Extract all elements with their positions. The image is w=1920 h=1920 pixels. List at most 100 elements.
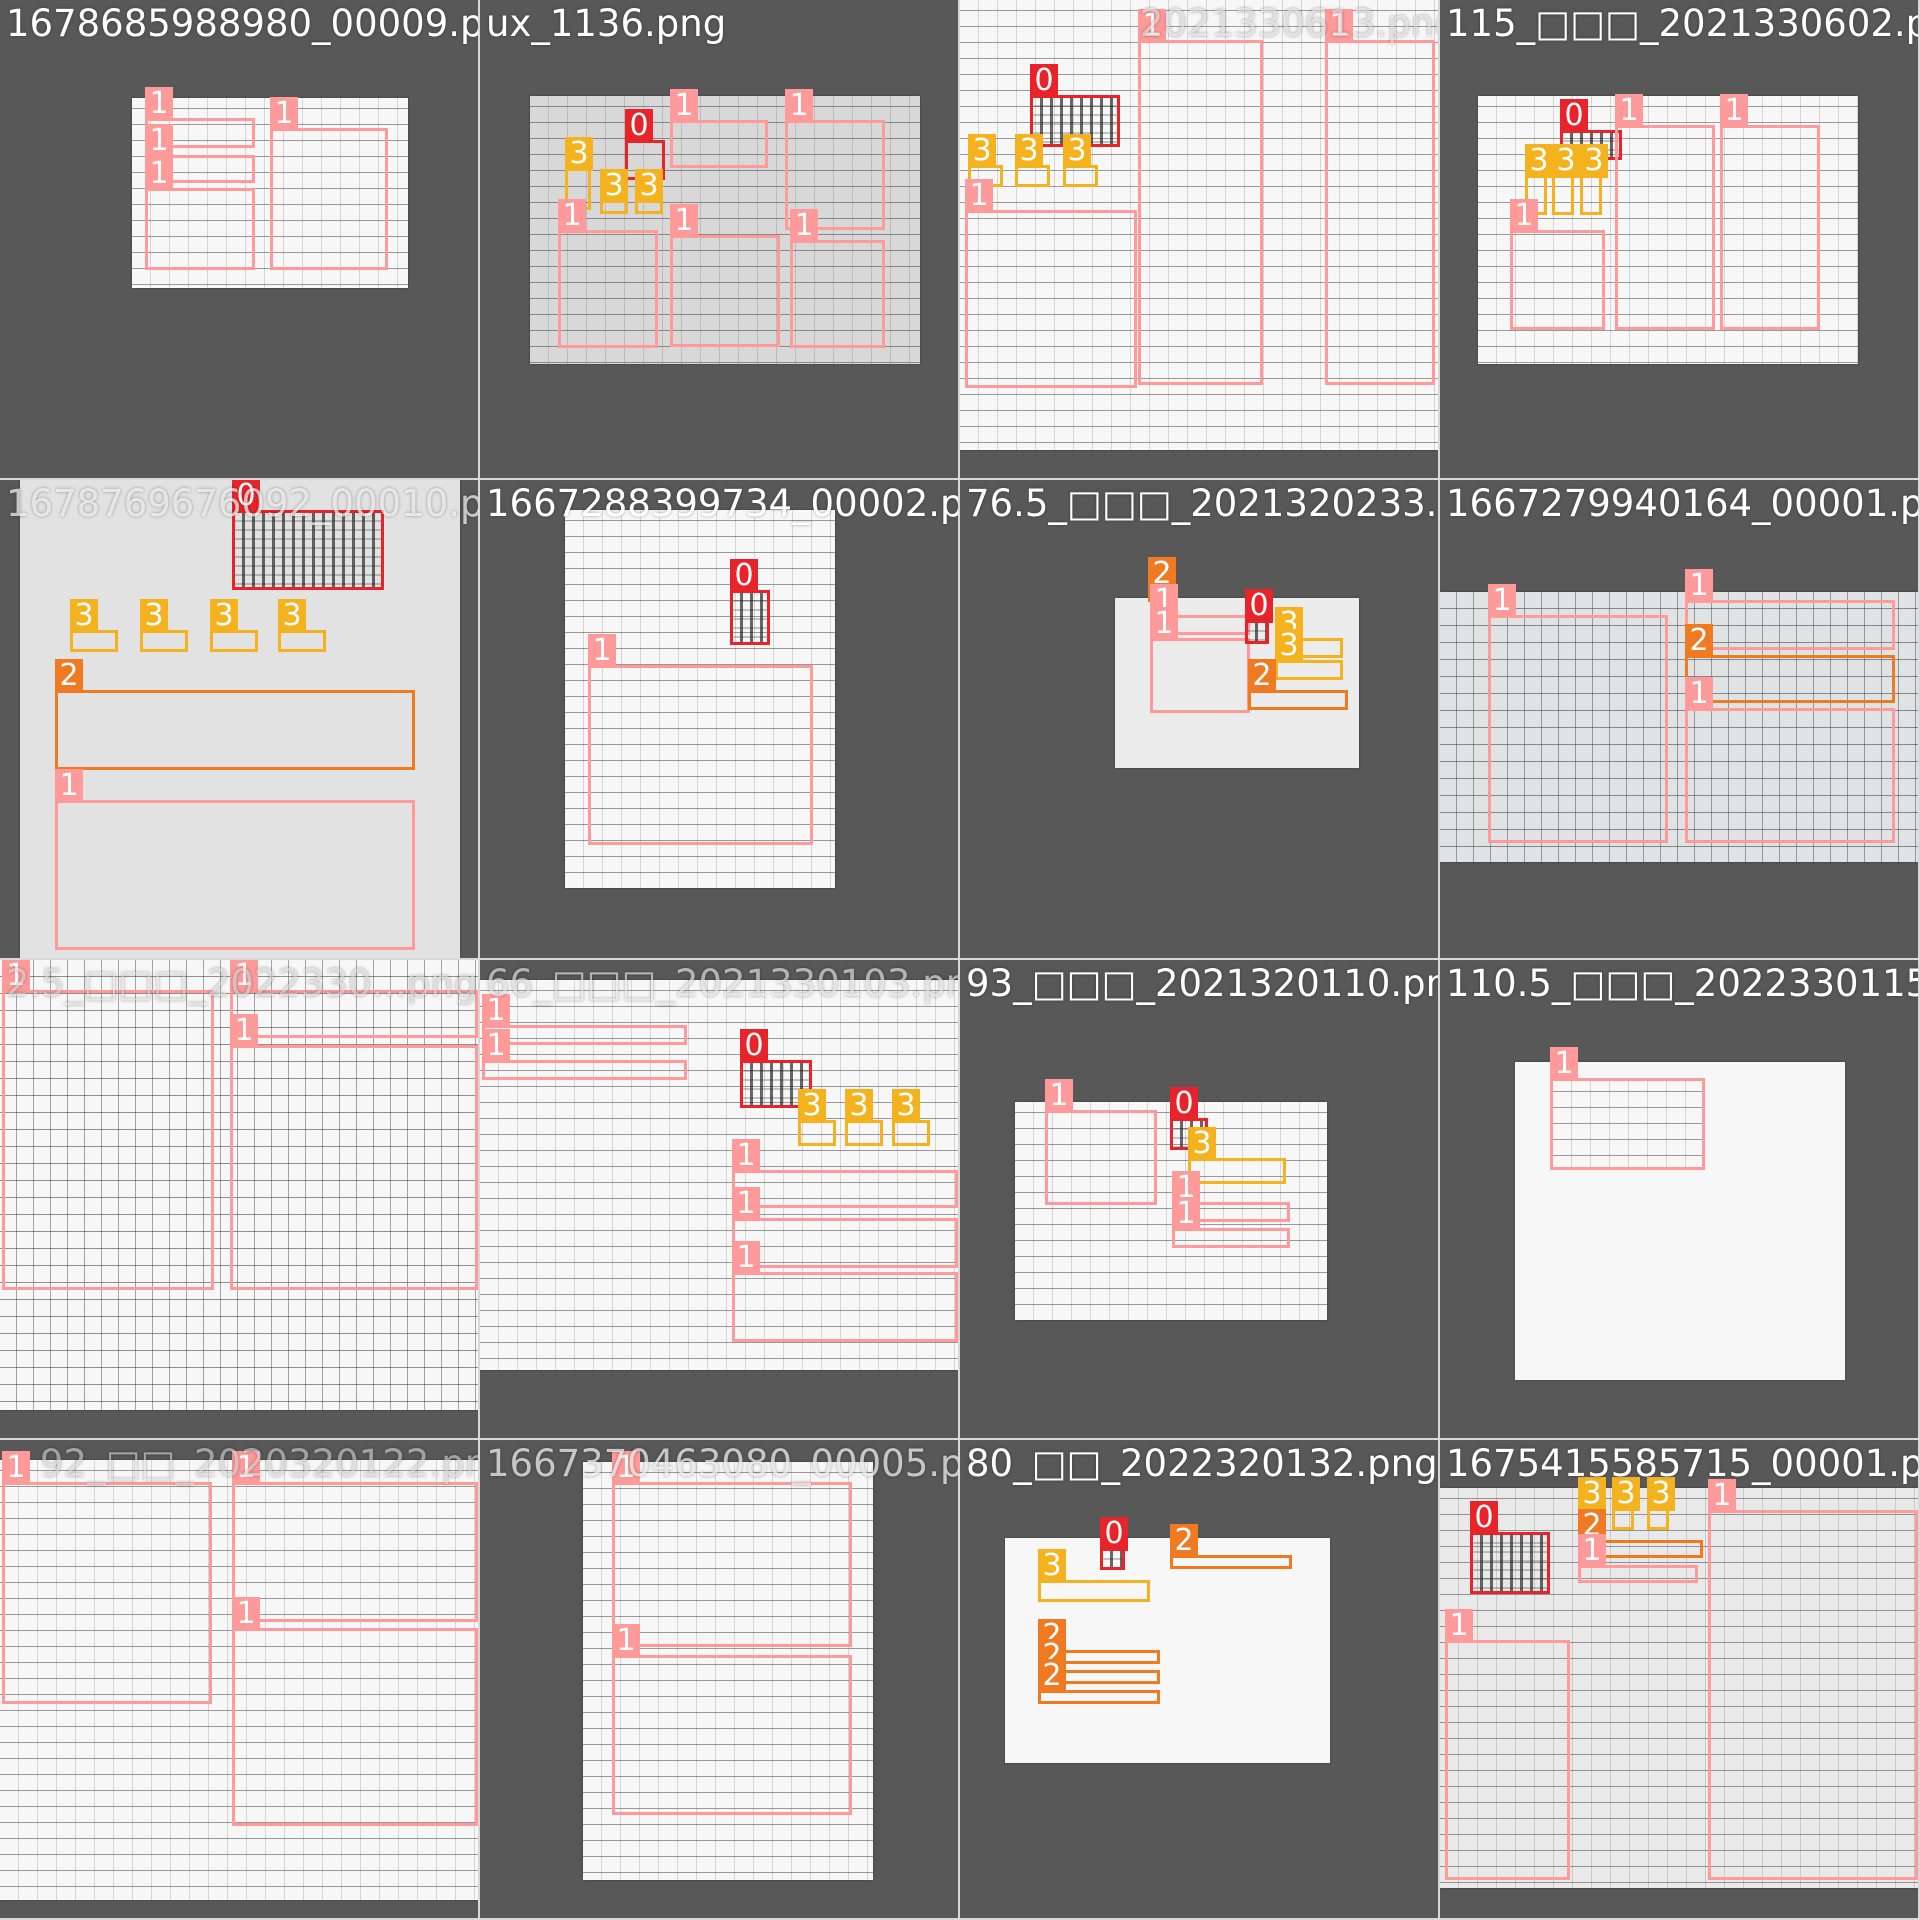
bbox-class-3: 3 <box>892 1089 930 1146</box>
tile-filename: 80_□□_2022320132.png <box>966 1442 1438 1485</box>
bbox-label: 3 <box>968 134 996 168</box>
bbox-class-1: 1 <box>732 1241 958 1342</box>
bbox-class-3: 3 <box>1552 144 1580 215</box>
bbox-class-3: 3 <box>210 599 258 652</box>
tile-filename: ux_1136.png <box>486 2 727 45</box>
bbox-class-1: 1 <box>790 209 885 348</box>
bbox-class-3: 3 <box>1188 1127 1286 1184</box>
tile-filename: 115_□□□_2021330602.png <box>1446 2 1918 45</box>
bbox-class-1: 1 <box>232 1451 478 1622</box>
tile[interactable]: 1 110.5_□□□_2022330115_2 <box>1440 960 1920 1440</box>
bbox-class-1: 1 <box>670 204 780 347</box>
bbox-label: 1 <box>482 1029 510 1063</box>
tile[interactable]: 2 1 1 0 3 3 2 76.5_□□□_2021320233.png <box>960 480 1440 960</box>
bbox-class-1: 1 <box>55 769 415 950</box>
bbox-class-1: 1 <box>1685 677 1895 843</box>
tile-filename: 1675415585715_00001.png <box>1446 1442 1920 1485</box>
bbox-label: 3 <box>892 1089 920 1123</box>
bbox-label: 1 <box>732 1187 760 1221</box>
bbox-label: 3 <box>600 169 628 203</box>
tile[interactable]: 1 1 0 3 3 3 1 1 1 66_□□□_2021330103.png <box>480 960 960 1440</box>
bbox-class-0: 0 <box>1100 1517 1128 1570</box>
bbox-label: 1 <box>790 209 818 243</box>
bbox-class-1: 1 <box>1488 584 1668 843</box>
bbox-label: 0 <box>1560 99 1588 133</box>
bbox-class-0: 0 <box>1470 1501 1550 1594</box>
bbox-label: 2 <box>1170 1524 1198 1558</box>
bbox-label: 3 <box>845 1089 873 1123</box>
bbox-label: 3 <box>278 599 306 633</box>
bbox-class-1: 1 <box>2 1451 212 1704</box>
tile[interactable]: 0 3 3 3 3 2 1 1678769676092_00010.png <box>0 480 480 960</box>
bbox-class-3: 3 <box>1647 1477 1675 1530</box>
tile[interactable]: 1 1 1667370463080_00005.png <box>480 1440 960 1920</box>
bbox-class-1: 1 <box>1045 1079 1157 1205</box>
bbox-label: 3 <box>70 599 98 633</box>
bbox-label: 2 <box>1248 659 1276 693</box>
bbox-class-1: 1 <box>1615 94 1715 330</box>
tile-filename: 92_□□_2020320122.png <box>40 1442 480 1485</box>
bbox-label: 0 <box>1030 64 1058 98</box>
bbox-label: 1 <box>670 204 698 238</box>
bbox-label: 3 <box>565 137 593 171</box>
tile-filename: 1678769676092_00010.png <box>6 482 480 525</box>
bbox-class-1: 1 <box>1550 1047 1705 1170</box>
bbox-label: 0 <box>730 559 758 593</box>
tile[interactable]: 1 1 1 2.5_□□□_2022330...png <box>0 960 480 1440</box>
tile[interactable]: 0 3 3 3 1 1 1 1 1 ux_1136.png <box>480 0 960 480</box>
bbox-label: 1 <box>230 1014 258 1048</box>
tile[interactable]: 0 3 3 3 1 1 1 2021330613.png <box>960 0 1440 480</box>
bbox-class-1: 1 <box>1708 1479 1918 1880</box>
bbox-class-1: 1 <box>145 157 255 270</box>
bbox-class-1: 1 <box>1720 94 1820 330</box>
bbox-class-2: 2 <box>1170 1524 1292 1569</box>
bbox-class-3: 3 <box>70 599 118 652</box>
bbox-class-1: 1 <box>670 89 768 168</box>
tile[interactable]: 0 3 2 2 2 2 80_□□_2022320132.png <box>960 1440 1440 1920</box>
tile[interactable]: 0 1 1667288399734_00002.png <box>480 480 960 960</box>
tile-filename: 2.5_□□□_2022330...png <box>6 962 478 1005</box>
tile[interactable]: 1 0 3 1 1 93_□□□_2021320110.png <box>960 960 1440 1440</box>
bbox-label: 3 <box>1188 1127 1216 1161</box>
bbox-class-1: 1 <box>1445 1609 1570 1880</box>
bbox-label: 1 <box>588 634 616 668</box>
bbox-label: 2 <box>55 659 83 693</box>
bbox-label: 3 <box>1015 134 1043 168</box>
tile[interactable]: 1 1 1 1 1678685988980_00009.png <box>0 0 480 480</box>
bbox-label: 1 <box>1685 569 1713 603</box>
bbox-label: 2 <box>1685 624 1713 658</box>
bbox-label: 1 <box>965 179 993 213</box>
bbox-label: 1 <box>55 769 83 803</box>
bbox-class-2: 2 <box>55 659 415 770</box>
bbox-label: 1 <box>670 89 698 123</box>
bbox-class-3: 3 <box>1038 1549 1150 1602</box>
tile-filename: 2021330613.png <box>1140 2 1440 45</box>
bbox-label: 3 <box>1580 144 1608 178</box>
tile[interactable]: 0 3 3 3 1 1 1 115_□□□_2021330602.png <box>1440 0 1920 480</box>
bbox-class-1: 1 <box>1138 9 1263 385</box>
bbox-label: 0 <box>1245 589 1273 623</box>
tile[interactable]: 1 1 2 1 1667279940164_00001.png <box>1440 480 1920 960</box>
bbox-label: 3 <box>635 169 663 203</box>
bbox-class-2: 2 <box>1248 659 1348 710</box>
tile-filename: 110.5_□□□_2022330115_2 <box>1446 962 1920 1005</box>
bbox-class-3: 3 <box>1580 144 1608 215</box>
tile[interactable]: 1 1 1 92_□□_2020320122.png <box>0 1440 480 1920</box>
tile-filename: 1667370463080_00005.png <box>486 1442 960 1485</box>
bbox-label: 1 <box>612 1624 640 1658</box>
bbox-class-3: 3 <box>635 169 663 214</box>
bbox-label: 1 <box>232 1597 260 1631</box>
tile-filename: 93_□□□_2021320110.png <box>966 962 1440 1005</box>
bbox-class-3: 3 <box>278 599 326 652</box>
bbox-label: 1 <box>1172 1197 1200 1231</box>
tile-filename: 66_□□□_2021330103.png <box>486 962 960 1005</box>
bbox-class-1: 1 <box>230 1014 478 1290</box>
bbox-class-1: 1 <box>612 1624 852 1815</box>
bbox-class-3: 3 <box>845 1089 883 1146</box>
bbox-class-3: 3 <box>600 169 628 214</box>
bbox-class-0: 0 <box>730 559 770 645</box>
tile[interactable]: 3 3 3 0 2 1 1 1 1675415585715_00001.png <box>1440 1440 1920 1920</box>
bbox-class-3: 3 <box>1275 629 1343 680</box>
tile-filename: 1678685988980_00009.png <box>6 2 480 45</box>
bbox-class-1: 1 <box>558 199 658 348</box>
